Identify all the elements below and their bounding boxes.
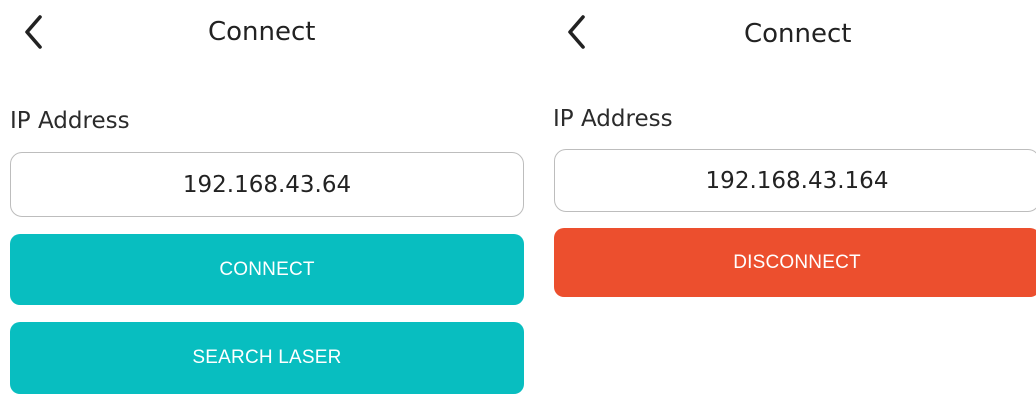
- ip-address-value: 192.168.43.64: [182, 171, 352, 198]
- disconnect-button-label: DISCONNECT: [733, 251, 861, 273]
- disconnect-button[interactable]: DISCONNECT: [554, 228, 1036, 297]
- ip-address-field[interactable]: 192.168.43.64: [10, 152, 524, 217]
- ip-address-label: IP Address: [10, 108, 130, 134]
- back-button[interactable]: [557, 10, 597, 54]
- connect-screen-connected: Connect IP Address 192.168.43.164 DISCON…: [540, 0, 1036, 392]
- search-laser-button[interactable]: SEARCH LASER: [10, 322, 524, 394]
- ip-address-field[interactable]: 192.168.43.164: [554, 149, 1036, 212]
- page-title: Connect: [744, 19, 852, 49]
- back-button[interactable]: [14, 10, 54, 54]
- connect-button-label: CONNECT: [219, 258, 315, 280]
- search-laser-button-label: SEARCH LASER: [192, 347, 342, 368]
- page-title: Connect: [208, 17, 316, 47]
- connect-screen-disconnected: Connect IP Address 192.168.43.64 CONNECT…: [0, 0, 540, 394]
- chevron-left-icon: [23, 14, 45, 50]
- ip-address-value: 192.168.43.164: [705, 167, 889, 194]
- connect-button[interactable]: CONNECT: [10, 234, 524, 305]
- chevron-left-icon: [566, 14, 588, 50]
- ip-address-label: IP Address: [553, 106, 673, 132]
